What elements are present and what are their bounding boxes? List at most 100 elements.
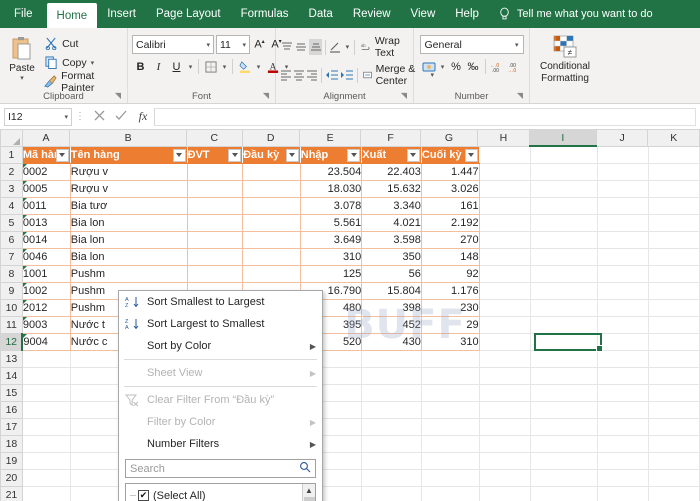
menu-item-filter-by-color[interactable]: Filter by Color ▶ [119,411,322,433]
row-header-19[interactable]: 19 [0,452,23,470]
grid-cell[interactable] [530,163,598,181]
grid-cell[interactable] [421,435,480,453]
comma-style-button[interactable]: ‰ [466,58,481,75]
insert-function-button[interactable]: fx [132,109,154,124]
grid-cell[interactable] [648,333,700,351]
grid-cell[interactable] [187,197,244,215]
grid-cell[interactable]: 29 [421,316,480,334]
filter-list-scrollbar[interactable]: ▲ ▼ [302,484,315,501]
row-header-1[interactable]: 1 [0,146,23,164]
grid-cell[interactable]: 15.632 [361,180,422,198]
grid-cell[interactable] [187,248,244,266]
grid-cell[interactable]: Bia tươ [70,197,188,215]
column-header-F[interactable]: F [360,130,421,147]
grid-cell[interactable] [479,282,531,300]
row-header-17[interactable]: 17 [0,418,23,436]
grid-cell[interactable]: 3.026 [421,180,480,198]
orientation-chevron-down-icon[interactable]: ▾ [344,39,352,55]
grid-cell[interactable] [597,231,649,249]
grid-cell[interactable]: 3.340 [361,197,422,215]
grid-cell[interactable] [479,146,531,164]
grid-cell[interactable] [479,435,531,453]
grid-cell[interactable] [597,265,649,283]
grid-cell[interactable] [597,384,649,402]
grid-cell[interactable] [22,401,71,419]
grid-cell[interactable] [22,418,71,436]
grid-cell[interactable]: 3.078 [300,197,363,215]
row-header-20[interactable]: 20 [0,469,23,487]
grid-cell[interactable]: 452 [361,316,422,334]
clipboard-dialog-launcher-icon[interactable]: ◥ [115,89,121,102]
grid-cell[interactable] [648,435,700,453]
name-box[interactable]: I12 ▾ [4,107,72,126]
grid-cell[interactable] [530,469,598,487]
grid-cell[interactable]: 0005 [22,180,71,198]
grid-cell[interactable] [421,418,480,436]
grid-cell[interactable] [242,180,301,198]
menu-item-sort-by-color[interactable]: Sort by Color ▶ [119,335,322,357]
grid-cell[interactable] [479,299,531,317]
grid-cell[interactable]: 230 [421,299,480,317]
grid-cell[interactable] [530,146,598,164]
row-header-10[interactable]: 10 [0,299,23,317]
grid-cell[interactable] [597,214,649,232]
grid-cell[interactable] [530,435,598,453]
grid-cell[interactable]: Bia lon [70,231,188,249]
grid-cell[interactable] [648,401,700,419]
row-header-9[interactable]: 9 [0,282,23,300]
row-header-15[interactable]: 15 [0,384,23,402]
tab-formulas[interactable]: Formulas [231,0,299,28]
fill-color-button[interactable] [236,58,253,75]
menu-item-sheet-view[interactable]: Sheet View ▶ [119,362,322,384]
borders-chevron-down-icon[interactable]: ▾ [220,58,229,75]
grid-cell[interactable] [597,401,649,419]
increase-font-size-button[interactable]: A▴ [252,38,267,51]
grid-cell[interactable] [479,163,531,181]
grid-cell[interactable] [530,452,598,470]
font-name-combobox[interactable]: Calibri ▾ [132,35,214,54]
tab-data[interactable]: Data [299,0,343,28]
scrollbar-thumb[interactable] [303,497,315,501]
grid-cell[interactable]: 4.021 [361,214,422,232]
grid-cell[interactable] [421,486,480,501]
row-header-6[interactable]: 6 [0,231,23,249]
grid-cell[interactable]: 310 [300,248,363,266]
grid-cell[interactable] [648,146,700,164]
grid-cell[interactable]: Rượu v [70,180,188,198]
number-format-chevron-down-icon[interactable]: ▾ [515,41,519,49]
grid-cell[interactable] [479,469,531,487]
grid-cell[interactable] [530,265,598,283]
grid-cell[interactable] [648,231,700,249]
row-header-12[interactable]: 12 [0,333,24,351]
font-size-chevron-down-icon[interactable]: ▾ [242,41,246,49]
grid-cell[interactable] [479,452,531,470]
grid-cell[interactable] [648,367,700,385]
grid-cell[interactable] [530,282,598,300]
align-left-button[interactable] [280,67,292,83]
grid-cell[interactable] [648,350,700,368]
grid-cell[interactable]: 92 [421,265,480,283]
grid-cell[interactable] [242,231,301,249]
grid-cell[interactable]: 350 [361,248,422,266]
tab-review[interactable]: Review [343,0,401,28]
filter-search-box[interactable]: Search [125,459,316,478]
column-header-H[interactable]: H [477,130,530,147]
increase-indent-button[interactable] [340,67,354,83]
grid-cell[interactable] [530,316,598,334]
row-header-8[interactable]: 8 [0,265,23,283]
grid-cell[interactable] [648,384,700,402]
grid-cell[interactable]: Pushm [70,265,188,283]
grid-cell[interactable] [22,350,71,368]
grid-cell[interactable] [479,316,531,334]
grid-cell[interactable]: 430 [361,333,422,351]
grid-cell[interactable] [479,401,531,419]
grid-cell[interactable]: 9004 [22,333,71,351]
menu-item-clear-filter[interactable]: Clear Filter From “Đầu kỳ” [119,389,322,411]
row-header-16[interactable]: 16 [0,401,23,419]
grid-cell[interactable]: 18.030 [300,180,363,198]
tab-page-layout[interactable]: Page Layout [146,0,231,28]
menu-item-sort-largest-to-smallest[interactable]: ZA Sort Largest to Smallest [119,313,322,335]
row-header-13[interactable]: 13 [0,350,23,368]
row-header-11[interactable]: 11 [0,316,23,334]
grid-cell[interactable] [479,231,531,249]
